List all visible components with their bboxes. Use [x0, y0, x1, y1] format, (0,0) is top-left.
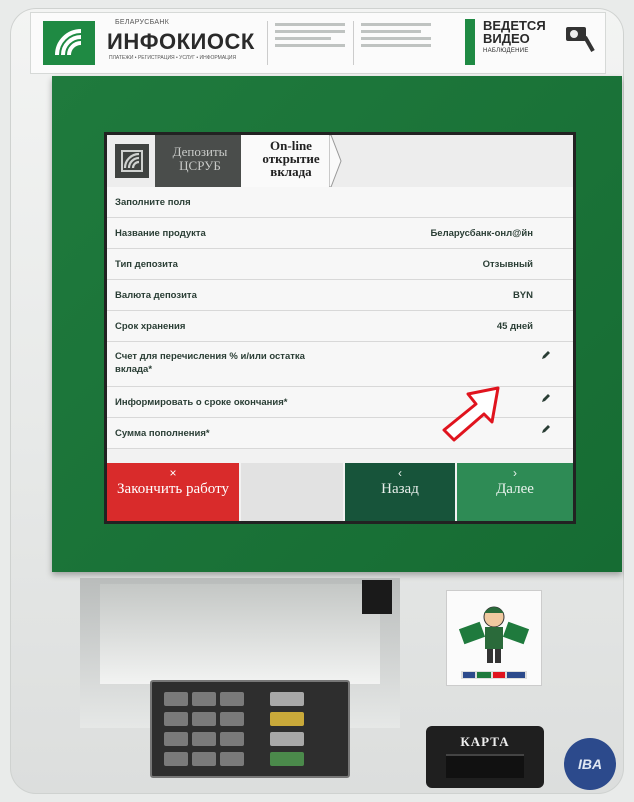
form-row: Заполните поля: [107, 187, 573, 218]
chevron-right-icon: ›: [513, 466, 517, 480]
kiosk-photo: БЕЛАРУСБАНК ИНФОКИОСК ПЛАТЕЖИ • РЕГИСТРА…: [10, 8, 624, 794]
row-label: Название продукта: [115, 228, 206, 239]
video-line2: ВИДЕО: [483, 31, 530, 46]
camera-icon: [566, 27, 595, 52]
brand-title: ИНФОКИОСК: [107, 29, 255, 54]
video-line3: НАБЛЮДЕНИЕ: [483, 48, 529, 54]
chevron-left-icon: ‹: [398, 466, 402, 480]
logo-icon: [55, 29, 82, 56]
next-button[interactable]: › Далее: [457, 463, 573, 521]
fine-print: [361, 23, 431, 59]
chevron-right-icon: [329, 135, 342, 187]
sensor-window: [362, 580, 392, 614]
form-row: Срок хранения 45 дней: [107, 311, 573, 342]
row-label: Сумма пополнения*: [115, 428, 210, 439]
close-icon: ×: [169, 466, 177, 480]
row-label: Заполните поля: [115, 197, 191, 208]
divider: [353, 21, 354, 65]
video-notice-strip: [465, 19, 475, 65]
button-bar: × Закончить работу ‹ Назад › Далее: [107, 463, 573, 521]
breadcrumb-label: On-line открытие вклада: [262, 138, 320, 179]
row-value: 45 дней: [496, 321, 533, 332]
form-row-account[interactable]: Счет для перечисления % и/или остатка вк…: [107, 342, 573, 387]
breadcrumb-current: On-line открытие вклада: [241, 135, 331, 187]
finish-label: Закончить работу: [117, 481, 229, 497]
vendor-logo: IBA: [564, 738, 616, 790]
row-label: Тип депозита: [115, 259, 178, 270]
home-icon[interactable]: [115, 144, 149, 178]
pin-pad[interactable]: [150, 680, 350, 778]
mascot-sticker: [446, 590, 542, 686]
form-row: Валюта депозита BYN: [107, 280, 573, 311]
empty-button-slot: [241, 463, 343, 521]
breadcrumb-label: Депозиты ЦСРУБ: [172, 144, 228, 173]
row-label: Информировать о сроке окончания*: [115, 397, 288, 408]
pencil-icon[interactable]: [541, 424, 551, 434]
divider: [267, 21, 268, 65]
card-reader[interactable]: КАРТА: [426, 726, 544, 788]
row-label: Срок хранения: [115, 321, 186, 332]
row-value: Беларусбанк-онл@йн: [430, 228, 533, 239]
row-value: Отзывный: [482, 259, 533, 270]
mascot-icon: [458, 606, 530, 679]
video-notice: ВЕДЕТСЯ ВИДЕО НАБЛЮДЕНИЕ: [483, 19, 546, 58]
row-label: Валюта депозита: [115, 290, 197, 301]
card-label: КАРТА: [460, 734, 510, 749]
top-banner: БЕЛАРУСБАНК ИНФОКИОСК ПЛАТЕЖИ • РЕГИСТРА…: [30, 12, 606, 74]
pointer-arrow-icon: [442, 386, 500, 442]
form-row: Название продукта Беларусбанк-онл@йн: [107, 218, 573, 249]
row-label: Счет для перечисления % и/или остатка вк…: [115, 351, 305, 375]
screen-header: Депозиты ЦСРУБ On-line открытие вклада: [107, 135, 573, 187]
brand-subtitle: ПЛАТЕЖИ • РЕГИСТРАЦИЯ • УСЛУГ • ИНФОРМАЦ…: [109, 55, 237, 61]
kiosk-screen: Депозиты ЦСРУБ On-line открытие вклада З…: [104, 132, 576, 524]
back-button[interactable]: ‹ Назад: [345, 463, 455, 521]
fine-print: [275, 23, 345, 59]
bank-name: БЕЛАРУСБАНК: [115, 19, 170, 26]
belarusbank-logo: [43, 21, 95, 65]
row-value: BYN: [512, 290, 533, 301]
finish-button[interactable]: × Закончить работу: [107, 463, 239, 521]
breadcrumb-deposits[interactable]: Депозиты ЦСРУБ: [155, 135, 241, 187]
back-label: Назад: [381, 481, 419, 497]
card-slot[interactable]: [446, 754, 524, 778]
form-row: Тип депозита Отзывный: [107, 249, 573, 280]
next-label: Далее: [496, 481, 534, 497]
tray-recess: [100, 584, 380, 684]
screen-bezel: Депозиты ЦСРУБ On-line открытие вклада З…: [52, 76, 622, 572]
pencil-icon[interactable]: [541, 350, 551, 360]
pencil-icon[interactable]: [541, 393, 551, 403]
